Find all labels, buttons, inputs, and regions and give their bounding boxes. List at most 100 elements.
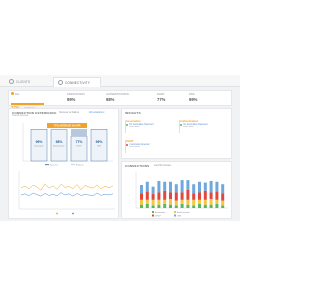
insight-heading: DHCP [126, 140, 134, 143]
insight-card-dhcp[interactable]: DHCP 1 anomaly detected Learn more [125, 140, 171, 153]
connection-bar-segment[interactable] [180, 203, 184, 208]
insight-heading: Authentication [180, 120, 199, 123]
kpi-label: ASSOCIATION [67, 93, 85, 96]
connection-bar-segment[interactable] [169, 204, 172, 208]
connection-bar-segment[interactable] [169, 181, 172, 193]
legend-association-swatch [152, 211, 154, 213]
connection-bar-segment[interactable] [145, 203, 149, 208]
connection-bar-segment[interactable] [151, 199, 155, 206]
panel-title: INSIGHTS [125, 111, 141, 115]
kpi-dhcp[interactable]: DHCP 77% [157, 93, 165, 102]
connection-bar-segment[interactable] [140, 185, 143, 194]
experience-charts: 77% AVERAGE IN APR 99%Association98%Auth… [18, 123, 115, 215]
connection-bar-segment[interactable] [215, 199, 219, 204]
tab-clients[interactable]: CLIENTS [9, 77, 30, 86]
connection-bar-segment[interactable] [163, 199, 167, 204]
connection-bar-segment[interactable] [192, 193, 196, 200]
connection-bar-segment[interactable] [209, 180, 213, 193]
trend-lines [20, 183, 114, 197]
kpi-association[interactable]: ASSOCIATION 99% [67, 93, 85, 102]
connection-bar-segment[interactable] [221, 200, 225, 206]
connection-bar-segment[interactable] [174, 200, 178, 206]
connection-bar-segment[interactable] [140, 193, 143, 200]
legend-authentication-swatch [174, 211, 176, 213]
connection-bar-segment[interactable] [157, 204, 161, 208]
learn-more-link[interactable]: Learn more [129, 146, 171, 148]
connection-bar-segment[interactable] [140, 204, 143, 208]
connection-bar-segment[interactable] [221, 205, 225, 208]
legend-dhcp-swatch [152, 214, 154, 217]
connections-chart: Association Authentication DHCP DNS [135, 172, 228, 217]
status-dot-icon [11, 92, 14, 95]
connection-bar-segment[interactable] [163, 181, 167, 191]
connection-bar-segment[interactable] [186, 180, 190, 190]
connection-bar-segment[interactable] [221, 193, 225, 201]
kpi-strip: ALL 77% AVERAGE ASSOCIATION 99% AUTHENTI… [8, 90, 232, 110]
connection-bar-segment[interactable] [157, 199, 161, 205]
kpi-all[interactable]: ALL 77% AVERAGE [11, 92, 44, 110]
connection-bar-segment[interactable] [151, 205, 155, 208]
clients-icon [9, 79, 14, 84]
connection-bar-segment[interactable] [203, 199, 207, 205]
connection-bar-segment[interactable] [157, 192, 161, 200]
tab-connectivity[interactable]: CONNECTIVITY [53, 77, 101, 87]
connection-bar-segment[interactable] [180, 199, 184, 204]
connections-legend: Association Authentication DHCP DNS [152, 211, 190, 217]
connection-bar-segment[interactable] [215, 203, 219, 208]
kpi-value: 99% [67, 97, 76, 102]
connection-bar-segment[interactable] [157, 180, 161, 193]
kpi-label: DHCP [157, 93, 165, 96]
connection-bar-segment[interactable] [180, 180, 184, 193]
connection-bar-segment[interactable] [192, 199, 196, 206]
connection-bar-segment[interactable] [145, 181, 149, 192]
connection-bar-segment[interactable] [186, 189, 190, 200]
connection-bar-segment[interactable] [151, 194, 155, 200]
connection-bar-segment[interactable] [192, 184, 196, 194]
connection-bar-segment[interactable] [203, 190, 207, 200]
connection-bar-segment[interactable] [209, 192, 213, 199]
app-window: CLIENTS CONNECTIVITY ALL 77% AVERAGE ASS… [0, 75, 240, 221]
failure-trend-line [20, 192, 114, 197]
connection-bar-segment[interactable] [221, 184, 225, 194]
connection-bar-segment[interactable] [151, 186, 155, 195]
connection-bar-segment[interactable] [180, 192, 184, 200]
connection-bar-segment[interactable] [140, 199, 143, 205]
insight-card-association[interactable]: Association No Anomalies Detected Learn … [125, 120, 171, 133]
kpi-label: DNS [189, 93, 195, 96]
connection-bar-segment[interactable] [215, 181, 219, 192]
connection-bar-segment[interactable] [145, 191, 149, 200]
insight-card-authentication[interactable]: Authentication No Anomalies Detected Lea… [179, 120, 225, 133]
kpi-dns[interactable]: DNS 99% [189, 93, 197, 102]
stacked-bars [140, 180, 225, 208]
connection-bar-segment[interactable] [203, 204, 207, 208]
legend-success-swatch [45, 164, 49, 166]
learn-more-link[interactable]: Learn more [129, 126, 171, 128]
connection-bar-segment[interactable] [169, 198, 172, 205]
connection-bar-segment[interactable] [209, 204, 213, 208]
connection-bar-segment[interactable] [163, 203, 167, 208]
connection-bar-segment[interactable] [174, 184, 178, 193]
connection-bar-segment[interactable] [174, 205, 178, 208]
connection-bar-segment[interactable] [174, 192, 178, 201]
connection-bar-segment[interactable] [198, 199, 201, 204]
connection-bar-segment[interactable] [192, 205, 196, 208]
bar-legend: Success Failures [45, 163, 85, 166]
connection-bar-segment[interactable] [163, 190, 167, 200]
connection-bar-segment[interactable] [209, 198, 213, 205]
legend-association: Association [155, 211, 165, 214]
connection-bar-segment[interactable] [198, 192, 201, 200]
bar-percent-label: 77% [76, 140, 83, 144]
kpi-value: 98% [106, 97, 115, 102]
connection-bar-segment[interactable] [203, 182, 207, 191]
kpi-authentication[interactable]: AUTHENTICATION 98% [106, 93, 129, 102]
connection-bar-segment[interactable] [169, 192, 172, 199]
kpi-value: 99% [189, 97, 198, 102]
connection-bar-segment[interactable] [198, 181, 201, 193]
failure-bar[interactable] [71, 129, 87, 137]
connection-bar-segment[interactable] [215, 191, 219, 200]
connection-bar-segment[interactable] [186, 199, 190, 205]
connection-bar-segment[interactable] [198, 203, 201, 208]
connection-bar-segment[interactable] [145, 199, 149, 204]
learn-more-link[interactable]: Learn more [183, 126, 225, 128]
connection-bar-segment[interactable] [186, 204, 190, 208]
